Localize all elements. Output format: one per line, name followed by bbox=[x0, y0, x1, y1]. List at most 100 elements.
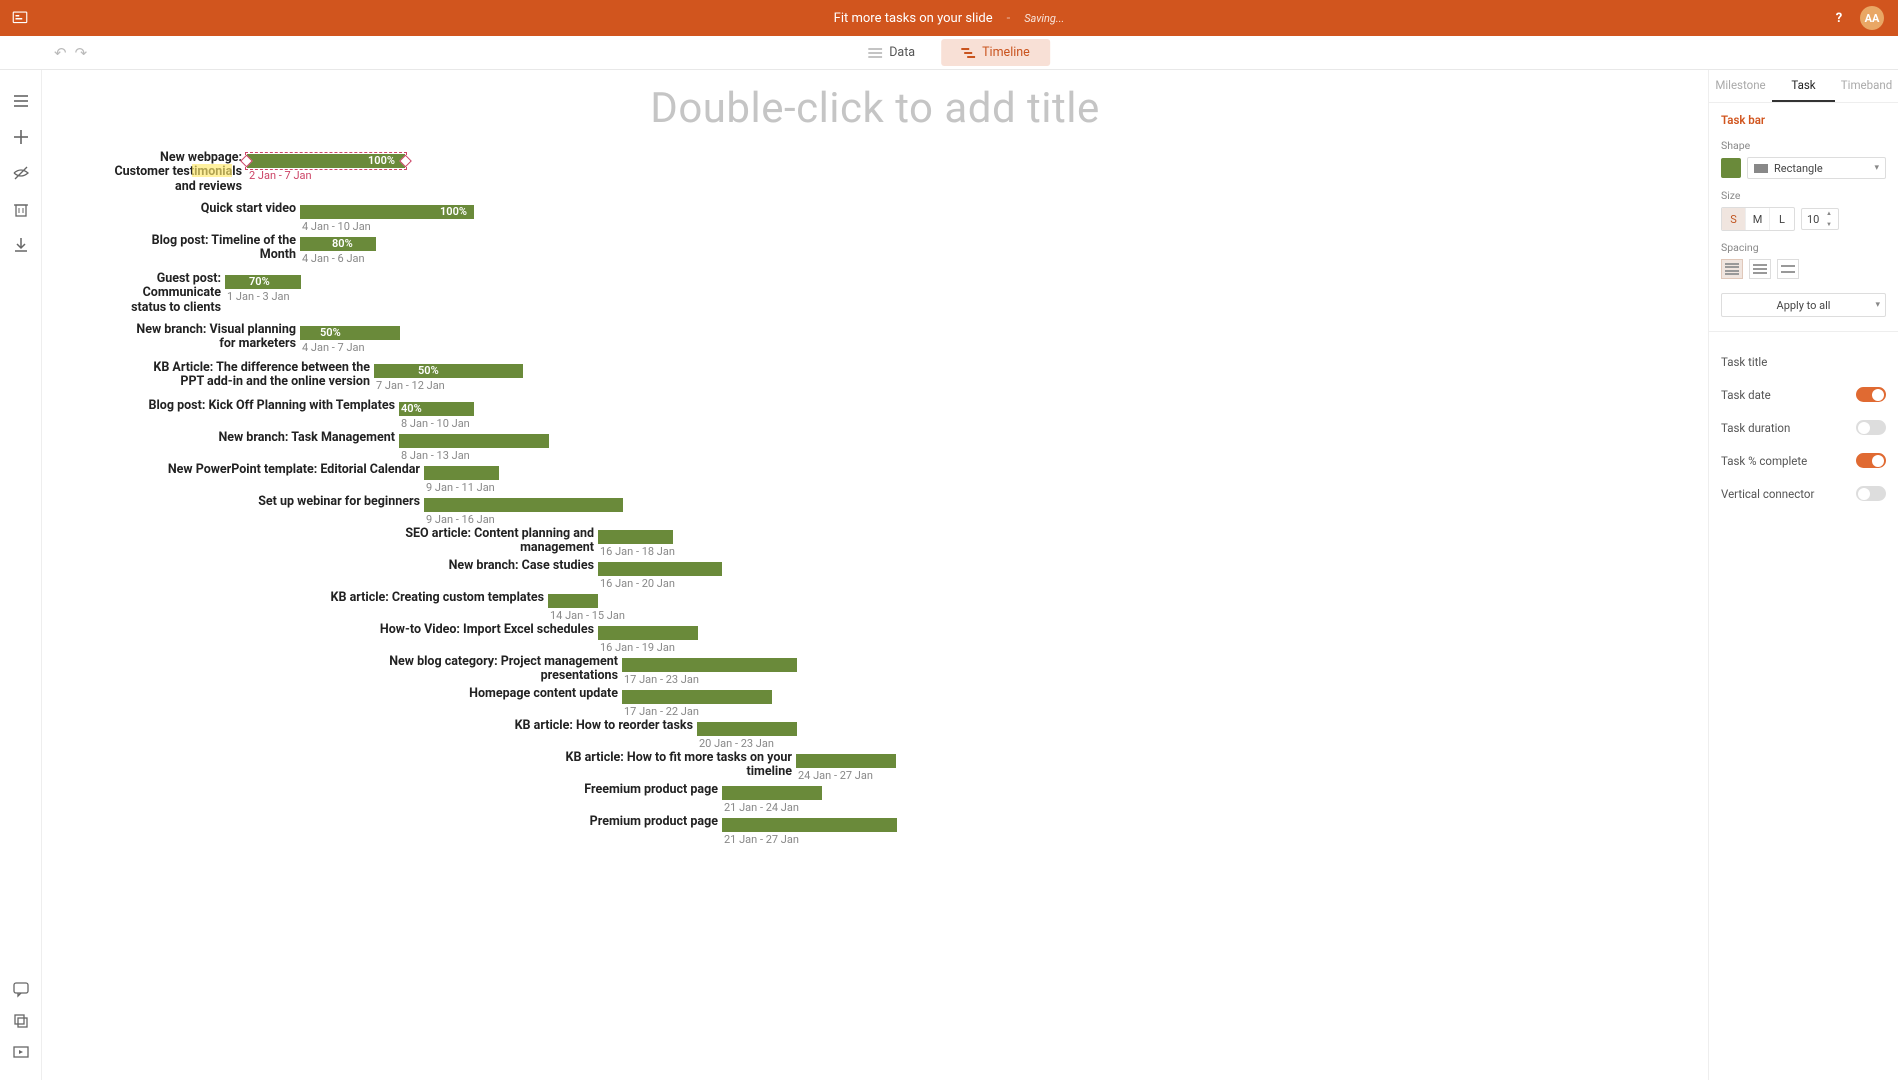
view-data[interactable]: Data bbox=[848, 39, 935, 66]
task-row[interactable]: Blog post: Kick Off Planning with Templa… bbox=[42, 399, 1708, 431]
task-row[interactable]: New blog category: Project management pr… bbox=[42, 655, 1708, 687]
tab-timeband[interactable]: Timeband bbox=[1835, 70, 1898, 102]
spacing-loose[interactable] bbox=[1777, 259, 1799, 279]
task-bar[interactable] bbox=[598, 562, 722, 576]
task-percent: 50% bbox=[320, 326, 341, 340]
app-logo[interactable] bbox=[0, 9, 40, 27]
tab-milestone[interactable]: Milestone bbox=[1709, 70, 1772, 102]
task-row[interactable]: New branch: Case studies16 Jan - 20 Jan bbox=[42, 559, 1708, 591]
spacing-tight[interactable] bbox=[1721, 259, 1743, 279]
task-bar[interactable] bbox=[424, 466, 499, 480]
shape-label: Shape bbox=[1709, 131, 1898, 155]
task-label: Homepage content update bbox=[358, 687, 618, 701]
apply-to-all-button[interactable]: Apply to all ▾ bbox=[1721, 293, 1886, 317]
slide-title-placeholder[interactable]: Double-click to add title bbox=[42, 84, 1708, 133]
task-bar[interactable] bbox=[622, 690, 772, 704]
toggle-switch[interactable] bbox=[1856, 420, 1886, 435]
task-row[interactable]: Quick start video100%4 Jan - 10 Jan bbox=[42, 202, 1708, 234]
hide-icon[interactable] bbox=[12, 164, 30, 182]
size-spinner[interactable]: 10 ▲▼ bbox=[1801, 208, 1839, 230]
shape-select[interactable]: Rectangle ▾ bbox=[1747, 157, 1886, 179]
task-label: KB Article: The difference between the P… bbox=[110, 361, 370, 390]
toggle-switch[interactable] bbox=[1856, 486, 1886, 501]
task-date: 17 Jan - 22 Jan bbox=[624, 705, 699, 718]
task-row[interactable]: Blog post: Timeline of the Month80%4 Jan… bbox=[42, 234, 1708, 272]
task-label: Freemium product page bbox=[458, 783, 718, 797]
list-icon bbox=[868, 47, 882, 59]
delete-icon[interactable] bbox=[12, 200, 30, 218]
task-row[interactable]: KB article: How to fit more tasks on you… bbox=[42, 751, 1708, 783]
task-row[interactable]: New branch: Task Management8 Jan - 13 Ja… bbox=[42, 431, 1708, 463]
task-bar[interactable] bbox=[548, 594, 598, 608]
task-row[interactable]: Freemium product page21 Jan - 24 Jan bbox=[42, 783, 1708, 815]
task-row[interactable]: New PowerPoint template: Editorial Calen… bbox=[42, 463, 1708, 495]
task-date: 17 Jan - 23 Jan bbox=[624, 673, 699, 686]
task-row[interactable]: Homepage content update 17 Jan - 22 Jan bbox=[42, 687, 1708, 719]
panel-tabs: MilestoneTaskTimeband bbox=[1709, 70, 1898, 103]
task-label: KB article: How to reorder tasks bbox=[433, 719, 693, 733]
task-bar[interactable] bbox=[300, 326, 400, 340]
size-s[interactable]: S bbox=[1722, 208, 1746, 230]
task-date: 2 Jan - 7 Jan bbox=[249, 169, 312, 182]
task-label: Blog post: Timeline of the Month bbox=[42, 234, 296, 263]
task-bar[interactable] bbox=[622, 658, 797, 672]
prop-label: Task % complete bbox=[1721, 454, 1807, 468]
redo-icon[interactable]: ↷ bbox=[75, 44, 88, 62]
task-date: 16 Jan - 20 Jan bbox=[600, 577, 675, 590]
task-label: New branch: Task Management bbox=[135, 431, 395, 445]
toggle-switch[interactable] bbox=[1856, 453, 1886, 468]
task-percent: 80% bbox=[332, 237, 353, 251]
task-row[interactable]: New webpage: Customer testimonials and r… bbox=[42, 151, 1708, 202]
saving-status: Saving... bbox=[1024, 12, 1064, 25]
tab-task[interactable]: Task bbox=[1772, 70, 1835, 102]
task-bar[interactable] bbox=[722, 818, 897, 832]
task-bar[interactable] bbox=[598, 530, 673, 544]
toggle-switch[interactable] bbox=[1856, 387, 1886, 402]
view-timeline-label: Timeline bbox=[982, 45, 1030, 60]
task-bar[interactable] bbox=[598, 626, 698, 640]
task-bar[interactable] bbox=[374, 364, 523, 378]
rectangle-icon bbox=[1754, 164, 1768, 173]
view-timeline[interactable]: Timeline bbox=[941, 39, 1050, 66]
task-row[interactable]: Guest post: Communicate status to client… bbox=[42, 272, 1708, 323]
help-icon[interactable]: ? bbox=[1828, 7, 1850, 29]
avatar[interactable]: AA bbox=[1860, 6, 1884, 30]
task-bar[interactable] bbox=[796, 754, 896, 768]
menu-icon[interactable] bbox=[12, 92, 30, 110]
size-l[interactable]: L bbox=[1770, 208, 1794, 230]
task-percent: 50% bbox=[418, 364, 439, 378]
task-label: New webpage: Customer testimonials and r… bbox=[42, 151, 242, 194]
task-row[interactable]: KB Article: The difference between the P… bbox=[42, 361, 1708, 399]
task-row[interactable]: SEO article: Content planning and manage… bbox=[42, 527, 1708, 559]
task-bar[interactable] bbox=[722, 786, 822, 800]
task-bar[interactable] bbox=[697, 722, 797, 736]
task-bar[interactable] bbox=[399, 434, 549, 448]
download-icon[interactable] bbox=[12, 236, 30, 254]
prop-vertical-connector: Vertical connector bbox=[1709, 477, 1898, 510]
task-label: KB article: How to fit more tasks on you… bbox=[532, 751, 792, 780]
task-row[interactable]: KB article: Creating custom templates 14 … bbox=[42, 591, 1708, 623]
task-bar[interactable] bbox=[424, 498, 623, 512]
document-title[interactable]: Fit more tasks on your slide bbox=[834, 11, 993, 26]
spacing-medium[interactable] bbox=[1749, 259, 1771, 279]
task-row[interactable]: Premium product page21 Jan - 27 Jan bbox=[42, 815, 1708, 847]
chevron-down-icon: ▾ bbox=[1874, 163, 1879, 173]
task-date: 4 Jan - 7 Jan bbox=[302, 341, 365, 354]
properties-panel: MilestoneTaskTimeband Task bar Shape Rec… bbox=[1708, 70, 1898, 1080]
fill-color-swatch[interactable] bbox=[1721, 158, 1741, 178]
task-date: 14 Jan - 15 Jan bbox=[550, 609, 625, 622]
task-row[interactable]: KB article: How to reorder tasks20 Jan -… bbox=[42, 719, 1708, 751]
task-label: Set up webinar for beginners bbox=[160, 495, 420, 509]
present-icon[interactable] bbox=[12, 1044, 30, 1062]
comment-icon[interactable] bbox=[12, 980, 30, 998]
size-m[interactable]: M bbox=[1746, 208, 1770, 230]
prop-label: Task duration bbox=[1721, 421, 1790, 435]
task-row[interactable]: How-to Video: Import Excel schedules16 J… bbox=[42, 623, 1708, 655]
gantt-chart[interactable]: New webpage: Customer testimonials and r… bbox=[42, 151, 1708, 847]
undo-icon[interactable]: ↶ bbox=[54, 44, 67, 62]
task-label: KB article: Creating custom templates bbox=[284, 591, 544, 605]
copy-icon[interactable] bbox=[12, 1012, 30, 1030]
task-row[interactable]: Set up webinar for beginners9 Jan - 16 J… bbox=[42, 495, 1708, 527]
task-row[interactable]: New branch: Visual planning for marketer… bbox=[42, 323, 1708, 361]
add-icon[interactable] bbox=[12, 128, 30, 146]
